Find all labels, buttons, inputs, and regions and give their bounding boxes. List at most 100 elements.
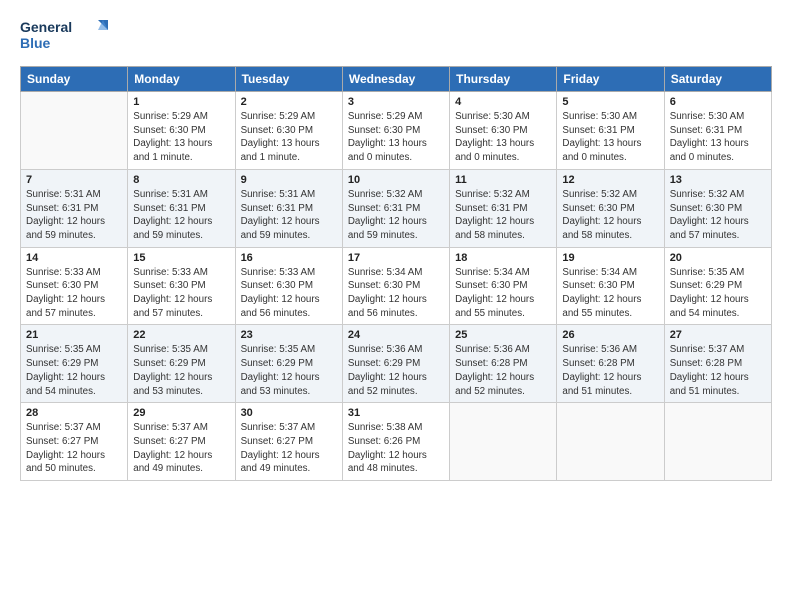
sunrise-label: Sunrise: 5:34 AM (562, 267, 637, 278)
day-number: 11 (455, 174, 551, 186)
sunrise-label: Sunrise: 5:35 AM (133, 344, 208, 355)
sunrise-label: Sunrise: 5:33 AM (133, 267, 208, 278)
weekday-header-saturday: Saturday (664, 67, 771, 92)
day-info: Sunrise: 5:32 AM Sunset: 6:30 PM Dayligh… (670, 188, 766, 243)
day-info: Sunrise: 5:30 AM Sunset: 6:30 PM Dayligh… (455, 110, 551, 165)
daylight-label: Daylight: 12 hours and 59 minutes. (133, 216, 212, 241)
daylight-label: Daylight: 13 hours and 0 minutes. (455, 138, 534, 163)
svg-text:General: General (20, 19, 72, 35)
day-number: 20 (670, 252, 766, 264)
calendar-day-cell: 7 Sunrise: 5:31 AM Sunset: 6:31 PM Dayli… (21, 169, 128, 247)
sunset-label: Sunset: 6:29 PM (670, 280, 742, 291)
calendar-day-cell: 31 Sunrise: 5:38 AM Sunset: 6:26 PM Dayl… (342, 403, 449, 481)
day-info: Sunrise: 5:31 AM Sunset: 6:31 PM Dayligh… (26, 188, 122, 243)
daylight-label: Daylight: 13 hours and 0 minutes. (562, 138, 641, 163)
calendar-day-cell: 13 Sunrise: 5:32 AM Sunset: 6:30 PM Dayl… (664, 169, 771, 247)
sunset-label: Sunset: 6:28 PM (455, 358, 527, 369)
day-info: Sunrise: 5:34 AM Sunset: 6:30 PM Dayligh… (562, 266, 658, 321)
day-info: Sunrise: 5:36 AM Sunset: 6:29 PM Dayligh… (348, 343, 444, 398)
calendar-day-cell: 6 Sunrise: 5:30 AM Sunset: 6:31 PM Dayli… (664, 92, 771, 170)
day-info: Sunrise: 5:30 AM Sunset: 6:31 PM Dayligh… (562, 110, 658, 165)
sunrise-label: Sunrise: 5:29 AM (133, 111, 208, 122)
sunrise-label: Sunrise: 5:32 AM (455, 189, 530, 200)
calendar-header-row: SundayMondayTuesdayWednesdayThursdayFrid… (21, 67, 772, 92)
sunrise-label: Sunrise: 5:31 AM (26, 189, 101, 200)
calendar-day-cell: 22 Sunrise: 5:35 AM Sunset: 6:29 PM Dayl… (128, 325, 235, 403)
day-info: Sunrise: 5:32 AM Sunset: 6:31 PM Dayligh… (455, 188, 551, 243)
sunset-label: Sunset: 6:30 PM (562, 280, 634, 291)
day-info: Sunrise: 5:33 AM Sunset: 6:30 PM Dayligh… (26, 266, 122, 321)
day-info: Sunrise: 5:37 AM Sunset: 6:28 PM Dayligh… (670, 343, 766, 398)
calendar-day-cell: 3 Sunrise: 5:29 AM Sunset: 6:30 PM Dayli… (342, 92, 449, 170)
day-info: Sunrise: 5:29 AM Sunset: 6:30 PM Dayligh… (241, 110, 337, 165)
calendar-day-cell: 5 Sunrise: 5:30 AM Sunset: 6:31 PM Dayli… (557, 92, 664, 170)
daylight-label: Daylight: 12 hours and 51 minutes. (562, 372, 641, 397)
calendar-week-row: 28 Sunrise: 5:37 AM Sunset: 6:27 PM Dayl… (21, 403, 772, 481)
sunset-label: Sunset: 6:30 PM (348, 280, 420, 291)
sunrise-label: Sunrise: 5:32 AM (348, 189, 423, 200)
daylight-label: Daylight: 12 hours and 51 minutes. (670, 372, 749, 397)
sunset-label: Sunset: 6:26 PM (348, 436, 420, 447)
calendar-day-cell: 10 Sunrise: 5:32 AM Sunset: 6:31 PM Dayl… (342, 169, 449, 247)
daylight-label: Daylight: 12 hours and 58 minutes. (562, 216, 641, 241)
day-number: 28 (26, 407, 122, 419)
calendar-day-cell: 17 Sunrise: 5:34 AM Sunset: 6:30 PM Dayl… (342, 247, 449, 325)
sunrise-label: Sunrise: 5:34 AM (348, 267, 423, 278)
day-number: 26 (562, 329, 658, 341)
day-info: Sunrise: 5:35 AM Sunset: 6:29 PM Dayligh… (670, 266, 766, 321)
calendar-day-cell: 12 Sunrise: 5:32 AM Sunset: 6:30 PM Dayl… (557, 169, 664, 247)
day-number: 4 (455, 96, 551, 108)
day-number: 1 (133, 96, 229, 108)
sunrise-label: Sunrise: 5:35 AM (241, 344, 316, 355)
calendar-day-cell: 30 Sunrise: 5:37 AM Sunset: 6:27 PM Dayl… (235, 403, 342, 481)
day-info: Sunrise: 5:29 AM Sunset: 6:30 PM Dayligh… (348, 110, 444, 165)
day-number: 22 (133, 329, 229, 341)
day-info: Sunrise: 5:35 AM Sunset: 6:29 PM Dayligh… (26, 343, 122, 398)
day-number: 30 (241, 407, 337, 419)
daylight-label: Daylight: 12 hours and 59 minutes. (348, 216, 427, 241)
weekday-header-sunday: Sunday (21, 67, 128, 92)
daylight-label: Daylight: 12 hours and 52 minutes. (348, 372, 427, 397)
sunset-label: Sunset: 6:30 PM (455, 125, 527, 136)
daylight-label: Daylight: 12 hours and 57 minutes. (133, 294, 212, 319)
day-number: 27 (670, 329, 766, 341)
svg-text:Blue: Blue (20, 35, 51, 51)
daylight-label: Daylight: 12 hours and 55 minutes. (455, 294, 534, 319)
day-info: Sunrise: 5:31 AM Sunset: 6:31 PM Dayligh… (133, 188, 229, 243)
sunrise-label: Sunrise: 5:30 AM (455, 111, 530, 122)
day-info: Sunrise: 5:38 AM Sunset: 6:26 PM Dayligh… (348, 421, 444, 476)
calendar-day-cell: 1 Sunrise: 5:29 AM Sunset: 6:30 PM Dayli… (128, 92, 235, 170)
day-number: 23 (241, 329, 337, 341)
calendar-table: SundayMondayTuesdayWednesdayThursdayFrid… (20, 66, 772, 481)
sunset-label: Sunset: 6:27 PM (241, 436, 313, 447)
sunset-label: Sunset: 6:31 PM (670, 125, 742, 136)
day-number: 5 (562, 96, 658, 108)
calendar-day-cell: 28 Sunrise: 5:37 AM Sunset: 6:27 PM Dayl… (21, 403, 128, 481)
sunset-label: Sunset: 6:28 PM (670, 358, 742, 369)
logo-svg: General Blue (20, 16, 110, 58)
daylight-label: Daylight: 13 hours and 0 minutes. (348, 138, 427, 163)
day-number: 2 (241, 96, 337, 108)
day-info: Sunrise: 5:30 AM Sunset: 6:31 PM Dayligh… (670, 110, 766, 165)
sunrise-label: Sunrise: 5:31 AM (133, 189, 208, 200)
sunrise-label: Sunrise: 5:36 AM (455, 344, 530, 355)
sunrise-label: Sunrise: 5:38 AM (348, 422, 423, 433)
day-number: 19 (562, 252, 658, 264)
calendar-day-cell (557, 403, 664, 481)
logo: General Blue (20, 16, 110, 58)
calendar-day-cell: 18 Sunrise: 5:34 AM Sunset: 6:30 PM Dayl… (450, 247, 557, 325)
sunset-label: Sunset: 6:29 PM (241, 358, 313, 369)
daylight-label: Daylight: 12 hours and 58 minutes. (455, 216, 534, 241)
sunrise-label: Sunrise: 5:33 AM (241, 267, 316, 278)
day-number: 9 (241, 174, 337, 186)
sunrise-label: Sunrise: 5:30 AM (670, 111, 745, 122)
calendar-day-cell: 8 Sunrise: 5:31 AM Sunset: 6:31 PM Dayli… (128, 169, 235, 247)
calendar-day-cell: 9 Sunrise: 5:31 AM Sunset: 6:31 PM Dayli… (235, 169, 342, 247)
page-header: General Blue (20, 16, 772, 58)
day-info: Sunrise: 5:33 AM Sunset: 6:30 PM Dayligh… (133, 266, 229, 321)
day-number: 10 (348, 174, 444, 186)
calendar-week-row: 14 Sunrise: 5:33 AM Sunset: 6:30 PM Dayl… (21, 247, 772, 325)
sunset-label: Sunset: 6:29 PM (133, 358, 205, 369)
weekday-header-monday: Monday (128, 67, 235, 92)
sunset-label: Sunset: 6:27 PM (133, 436, 205, 447)
